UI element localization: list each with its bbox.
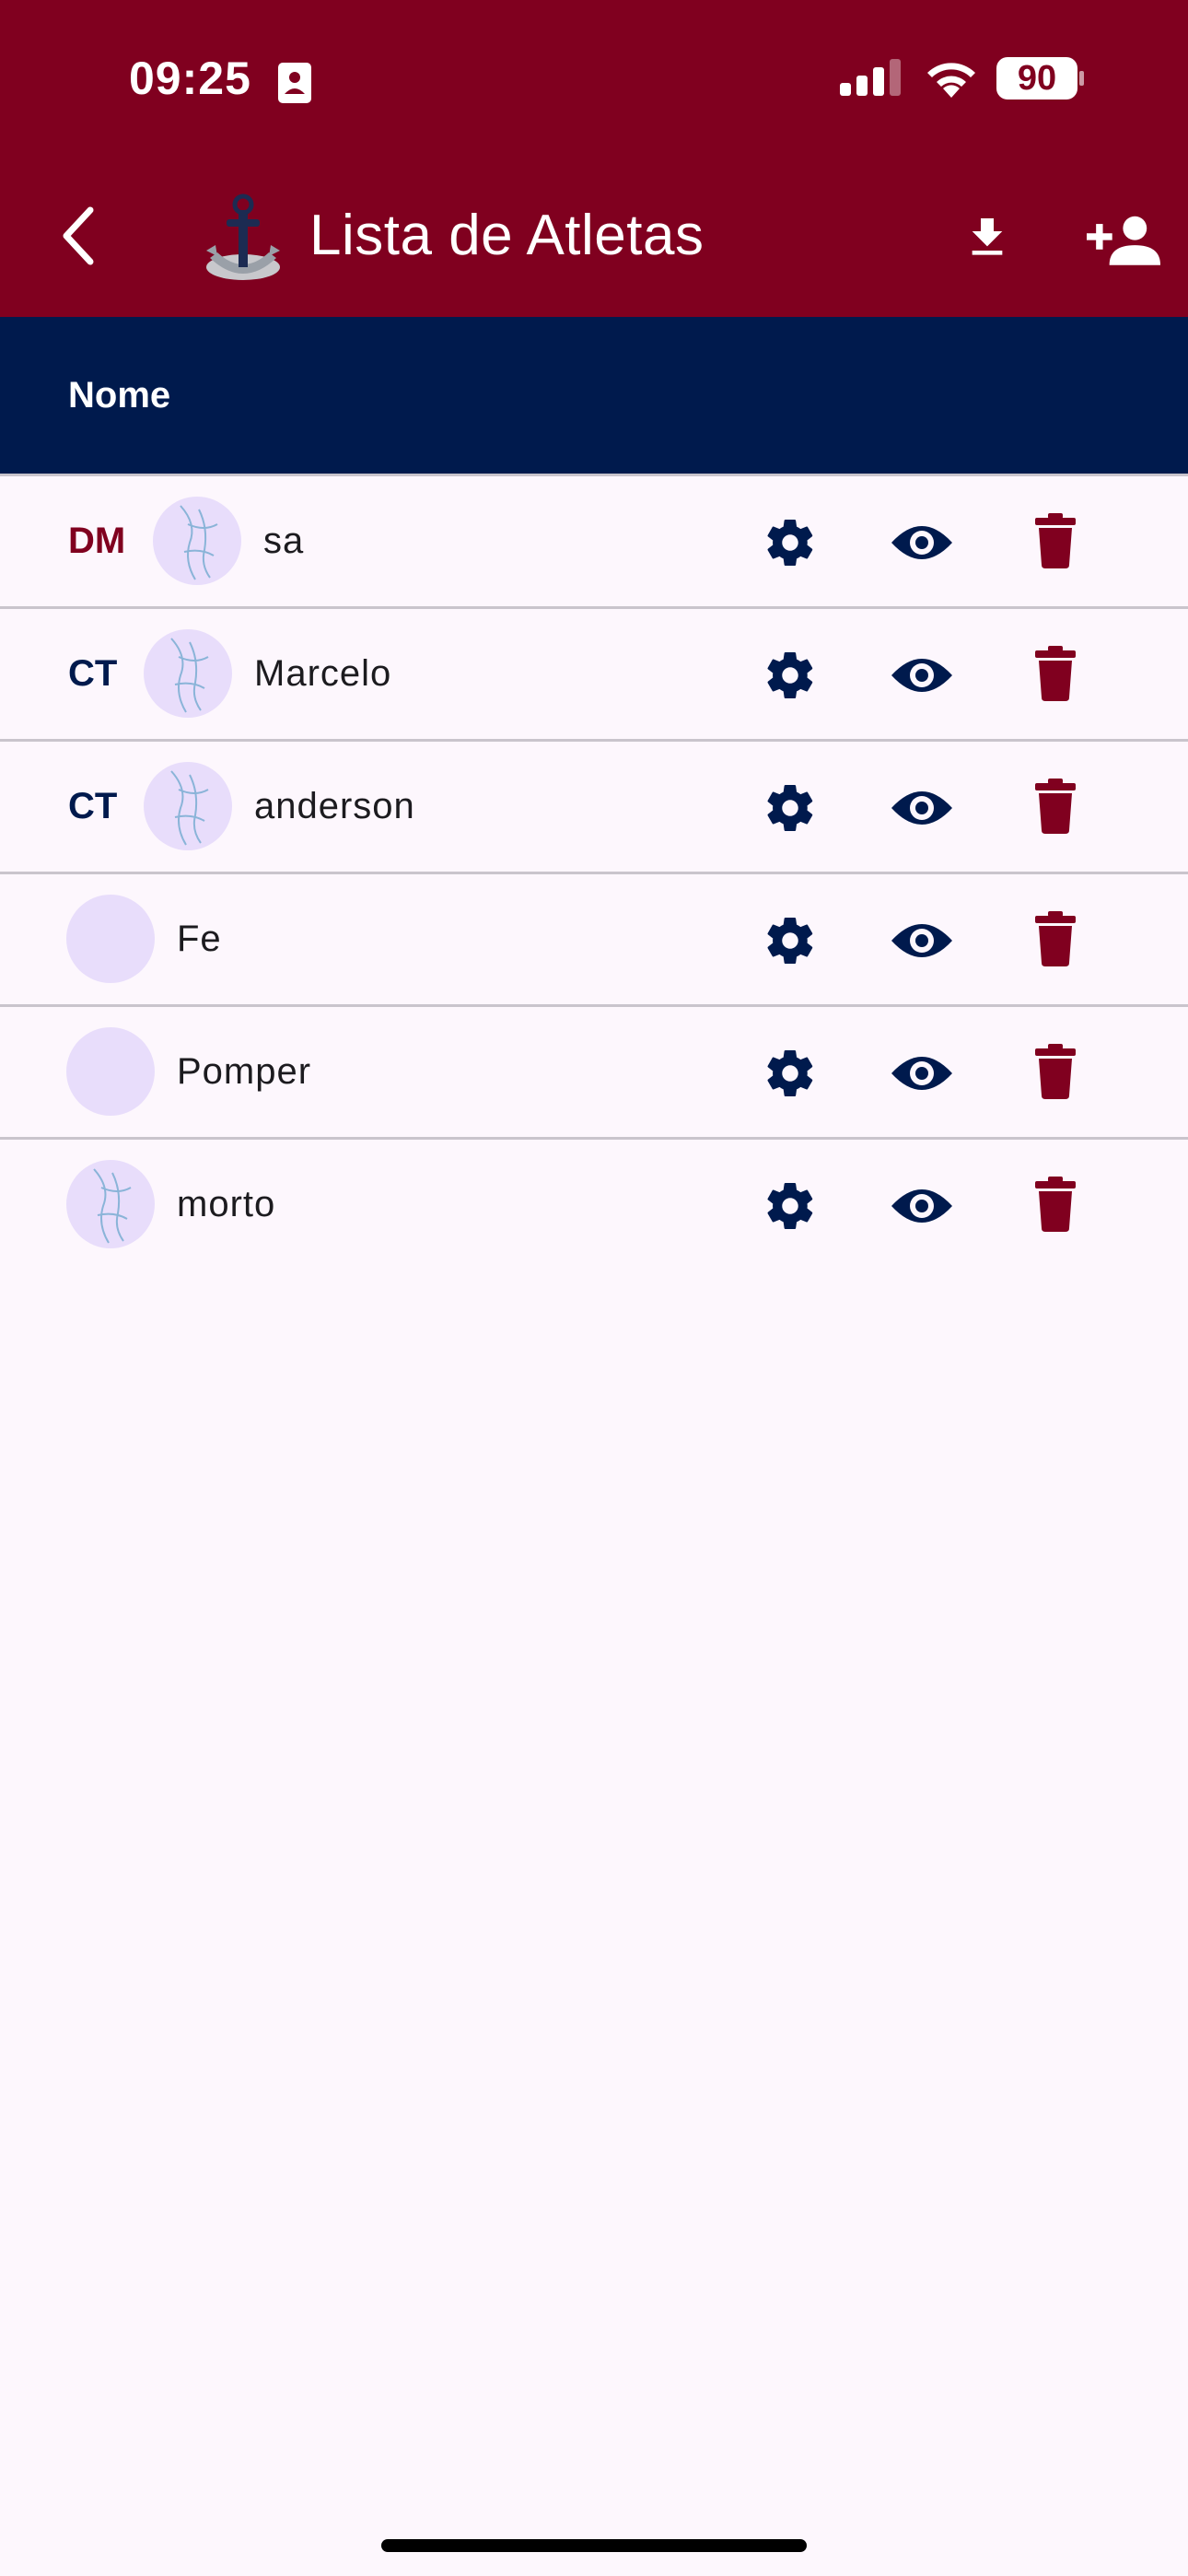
view-icon[interactable] bbox=[890, 521, 954, 565]
add-person-icon[interactable] bbox=[1087, 214, 1160, 265]
delete-icon[interactable] bbox=[1035, 1044, 1076, 1099]
delete-icon[interactable] bbox=[1035, 779, 1076, 834]
page-title: Lista de Atletas bbox=[309, 204, 705, 267]
view-icon[interactable] bbox=[890, 1051, 954, 1095]
settings-icon[interactable] bbox=[763, 780, 818, 836]
table-row[interactable]: CT Marcelo bbox=[0, 606, 1188, 739]
athlete-list: DM sa CT Marcelo CT anderson Fe Pomper m… bbox=[0, 474, 1188, 1270]
table-header: Nome bbox=[0, 317, 1188, 474]
wifi-icon bbox=[927, 63, 975, 98]
settings-icon[interactable] bbox=[763, 648, 818, 703]
table-row[interactable]: Fe bbox=[0, 872, 1188, 1004]
signal-icon bbox=[840, 59, 901, 96]
table-row[interactable]: Pomper bbox=[0, 1004, 1188, 1137]
position-badge: DM bbox=[68, 521, 126, 561]
home-indicator[interactable] bbox=[381, 2539, 807, 2552]
athlete-name: morto bbox=[177, 1184, 276, 1224]
view-icon[interactable] bbox=[890, 1184, 954, 1228]
position-badge: CT bbox=[68, 786, 118, 826]
athlete-name: sa bbox=[263, 521, 305, 561]
delete-icon[interactable] bbox=[1035, 1177, 1076, 1232]
delete-icon[interactable] bbox=[1035, 513, 1076, 568]
settings-icon[interactable] bbox=[763, 515, 818, 570]
view-icon[interactable] bbox=[890, 653, 954, 697]
athlete-name: Marcelo bbox=[254, 653, 392, 694]
delete-icon[interactable] bbox=[1035, 646, 1076, 701]
avatar bbox=[144, 629, 232, 718]
download-icon[interactable] bbox=[961, 212, 1013, 263]
avatar bbox=[66, 1160, 155, 1248]
avatar bbox=[144, 762, 232, 850]
app-bar: Lista de Atletas bbox=[0, 155, 1188, 317]
settings-icon[interactable] bbox=[763, 1178, 818, 1234]
position-badge: CT bbox=[68, 653, 118, 694]
avatar bbox=[153, 497, 241, 585]
table-row[interactable]: DM sa bbox=[0, 474, 1188, 606]
table-row[interactable]: CT anderson bbox=[0, 739, 1188, 872]
avatar bbox=[66, 895, 155, 983]
athlete-name: Fe bbox=[177, 919, 222, 959]
settings-icon[interactable] bbox=[763, 913, 818, 968]
table-row[interactable]: morto bbox=[0, 1137, 1188, 1270]
contact-card-icon bbox=[278, 63, 311, 103]
anchor-logo bbox=[206, 193, 280, 280]
view-icon[interactable] bbox=[890, 919, 954, 963]
settings-icon[interactable] bbox=[763, 1046, 818, 1101]
battery-level: 90 bbox=[1017, 59, 1057, 98]
status-time: 09:25 bbox=[129, 53, 251, 104]
view-icon[interactable] bbox=[890, 786, 954, 830]
avatar bbox=[66, 1027, 155, 1116]
back-arrow-icon[interactable] bbox=[59, 206, 96, 265]
column-header-name: Nome bbox=[68, 375, 171, 416]
athlete-name: anderson bbox=[254, 786, 415, 826]
athlete-name: Pomper bbox=[177, 1051, 312, 1092]
delete-icon[interactable] bbox=[1035, 911, 1076, 966]
status-bar: 09:25 90 bbox=[0, 0, 1188, 155]
